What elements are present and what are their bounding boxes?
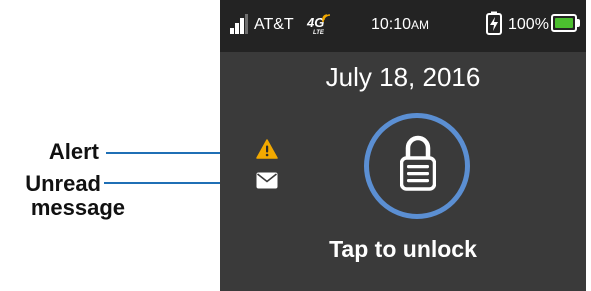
lock-icon xyxy=(400,135,436,191)
alert-icon xyxy=(256,139,278,159)
carrier-name: AT&T xyxy=(254,16,294,33)
clock-time: 10:10 xyxy=(371,16,412,33)
status-bar: AT&T 4G LTE 10:10AM 100% xyxy=(220,0,586,52)
clock: 10:10AM xyxy=(371,16,429,34)
callout-unread-line2: message xyxy=(30,195,125,220)
battery-percent: 100% xyxy=(508,16,549,33)
battery-cap xyxy=(577,19,580,27)
tap-to-unlock-label[interactable]: Tap to unlock xyxy=(220,236,586,262)
lock-date: July 18, 2016 xyxy=(325,62,481,92)
battery-level-fill xyxy=(555,18,573,28)
battery-icon xyxy=(551,14,577,32)
svg-text:4G: 4G xyxy=(306,15,324,30)
charging-icon xyxy=(486,11,502,35)
callout-unread-label: Unread message xyxy=(7,171,125,220)
mail-icon xyxy=(256,172,278,189)
clock-ampm: AM xyxy=(411,18,430,32)
annotated-screenshot: Alert Unread message AT&T 4G LTE 10:10AM xyxy=(0,0,591,291)
svg-text:LTE: LTE xyxy=(313,30,325,36)
lte-icon: 4G LTE xyxy=(306,14,331,36)
callout-unread-line1: Unread xyxy=(25,171,101,196)
signal-icon xyxy=(230,14,248,34)
device-lock-screen[interactable]: AT&T 4G LTE 10:10AM 100% July 18, 2016 T… xyxy=(220,0,586,291)
callout-alert-label: Alert xyxy=(48,139,99,164)
